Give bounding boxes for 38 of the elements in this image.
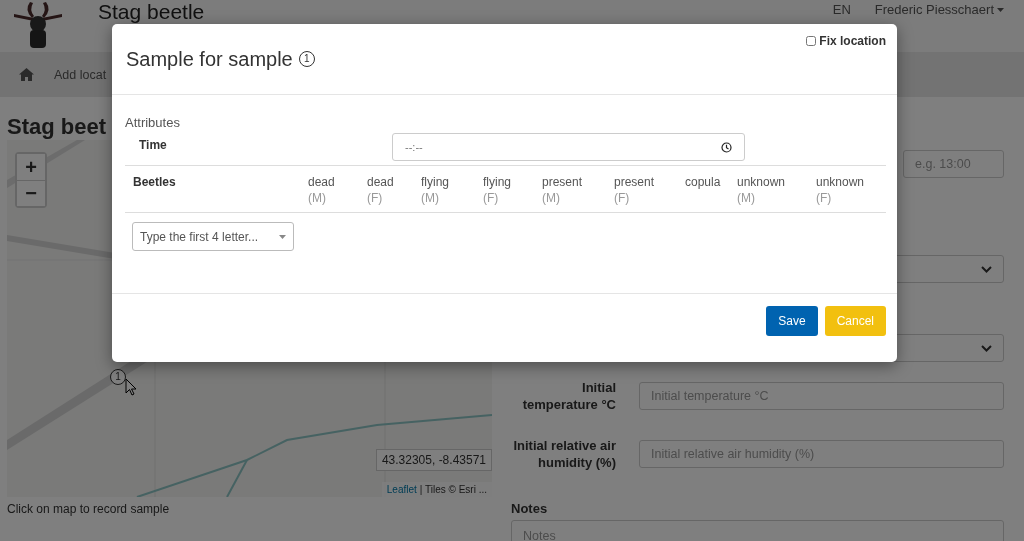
column-header: present (F) bbox=[613, 174, 656, 207]
chevron-icon bbox=[981, 344, 992, 352]
map-hint: Click on map to record sample bbox=[7, 502, 171, 516]
coordinates-label: 43.32305, -8.43571 bbox=[375, 449, 492, 471]
beetle-select[interactable]: Type the first 4 letter... bbox=[132, 222, 294, 251]
home-icon[interactable] bbox=[19, 68, 34, 81]
field-label: Notes bbox=[511, 501, 549, 516]
column-header: flying (F) bbox=[482, 174, 512, 207]
time-label: Time bbox=[138, 137, 168, 152]
time-input[interactable]: --:-- bbox=[392, 133, 745, 161]
column-header: unknown (F) bbox=[815, 174, 866, 207]
chevron-icon bbox=[981, 265, 992, 273]
column-header: Beetles bbox=[132, 174, 177, 191]
modal-title: Sample for sample bbox=[126, 47, 293, 71]
nav-link[interactable]: Add locat bbox=[54, 67, 107, 82]
column-header: dead (M) bbox=[307, 174, 336, 207]
leaflet-link[interactable]: Leaflet bbox=[386, 484, 417, 495]
column-header: flying (M) bbox=[420, 174, 450, 207]
field-label: Initial temperature °C bbox=[521, 379, 616, 413]
section-title: Attributes bbox=[125, 115, 181, 130]
user-menu[interactable]: Frederic Piesschaert bbox=[874, 2, 1004, 17]
cursor-icon bbox=[125, 378, 137, 396]
column-header: unknown (M) bbox=[736, 174, 787, 207]
clock-icon bbox=[721, 141, 732, 153]
attribution-text: | Tiles © Esri ... bbox=[419, 484, 487, 495]
caret-icon bbox=[279, 234, 286, 239]
language-link[interactable]: EN bbox=[832, 2, 851, 17]
page-heading: Stag beet bbox=[7, 114, 107, 140]
zoom-out-button[interactable]: − bbox=[17, 180, 45, 206]
column-header: copula bbox=[684, 174, 722, 191]
save-button[interactable]: Save bbox=[766, 306, 818, 336]
column-header: present (M) bbox=[541, 174, 584, 207]
caret-icon bbox=[997, 7, 1004, 12]
app-title: Stag beetle bbox=[98, 0, 205, 24]
checkbox-label: Fix location bbox=[819, 34, 886, 48]
column-header: dead (F) bbox=[366, 174, 395, 207]
field-label: Initial relative air humidity (%) bbox=[512, 437, 616, 471]
fix-location-checkbox[interactable] bbox=[806, 36, 817, 46]
